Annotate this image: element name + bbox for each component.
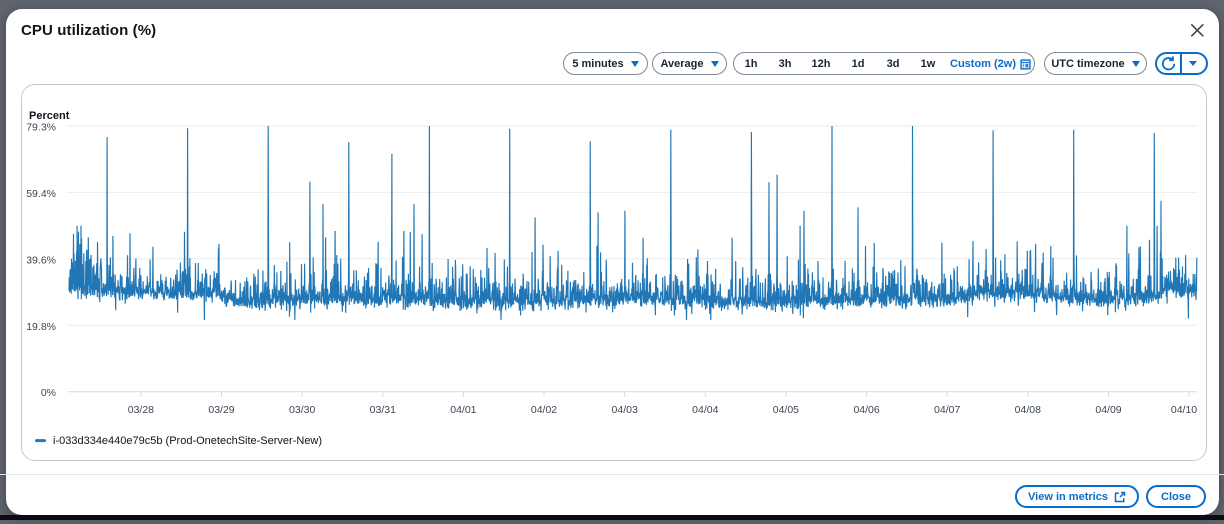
svg-text:0%: 0% [41, 387, 56, 399]
svg-text:04/05: 04/05 [773, 404, 799, 416]
svg-text:04/02: 04/02 [531, 404, 557, 416]
svg-text:04/07: 04/07 [934, 404, 960, 416]
svg-text:04/06: 04/06 [853, 404, 879, 416]
svg-text:i-033d334e440e79c5b (Prod-Onet: i-033d334e440e79c5b (Prod-OnetechSite-Se… [53, 435, 322, 447]
svg-text:03/28: 03/28 [128, 404, 154, 416]
svg-text:39.6%: 39.6% [26, 254, 56, 266]
svg-text:04/03: 04/03 [612, 404, 638, 416]
svg-text:03/30: 03/30 [289, 404, 315, 416]
svg-text:04/04: 04/04 [692, 404, 718, 416]
svg-text:03/29: 03/29 [208, 404, 234, 416]
svg-text:59.4%: 59.4% [26, 188, 56, 200]
svg-text:04/01: 04/01 [450, 404, 476, 416]
svg-text:04/08: 04/08 [1015, 404, 1041, 416]
svg-text:04/10: 04/10 [1171, 404, 1197, 416]
svg-text:19.8%: 19.8% [26, 321, 56, 333]
svg-text:04/09: 04/09 [1095, 404, 1121, 416]
svg-text:03/31: 03/31 [370, 404, 396, 416]
svg-text:79.3%: 79.3% [26, 122, 56, 134]
svg-text:Percent: Percent [29, 110, 70, 122]
